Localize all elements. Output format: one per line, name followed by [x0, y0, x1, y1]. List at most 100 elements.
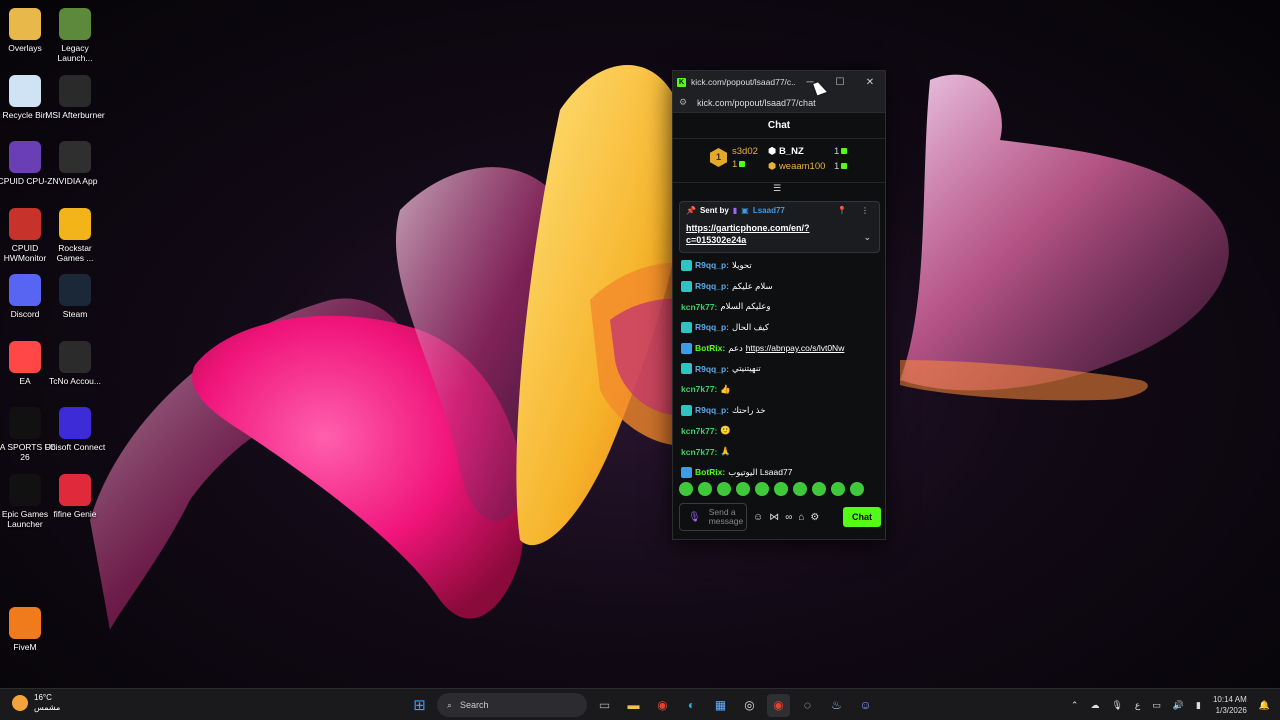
leader-third-count: 1	[834, 161, 848, 172]
chat-username[interactable]: kcn7k77:	[681, 447, 717, 457]
emote-icon[interactable]	[698, 482, 712, 496]
weather-sun-icon	[12, 695, 28, 711]
leader-third-name[interactable]: ⬢ weaam100	[768, 161, 825, 172]
emote-icon[interactable]	[774, 482, 788, 496]
emote-icon[interactable]	[717, 482, 731, 496]
chat-username[interactable]: kcn7k77:	[681, 426, 717, 436]
quick-emotes-row	[679, 482, 864, 496]
leader-second-name-text: B_NZ	[778, 146, 804, 157]
weather-temp: 16°C	[34, 693, 52, 702]
expand-leaderboard-icon[interactable]: ☰	[773, 183, 781, 194]
desktop-icon[interactable]: fifine Genie	[44, 473, 106, 519]
desktop-icon[interactable]: Ubisoft Connect	[44, 407, 106, 452]
desktop-icon[interactable]: Steam	[44, 274, 106, 319]
emote-icon[interactable]	[679, 482, 693, 496]
epic-games-icon	[9, 473, 41, 506]
volume-icon[interactable]: 🔊	[1173, 700, 1184, 711]
chrome-active-icon[interactable]: ◉	[767, 693, 790, 717]
emote-icon[interactable]	[812, 482, 826, 496]
pinned-link[interactable]: https://garticphone.com/en/?c=015302e24a	[686, 222, 836, 246]
input-language[interactable]: ع	[1135, 700, 1140, 711]
desktop-icon[interactable]: Rockstar Games ...	[44, 207, 106, 263]
chat-username[interactable]: R9qq_p:	[695, 281, 729, 291]
chrome-icon[interactable]: ◉	[651, 694, 674, 717]
chat-username[interactable]: BotRix:	[695, 467, 725, 477]
emote-icon[interactable]	[755, 482, 769, 496]
obs-icon[interactable]: ◎	[738, 694, 761, 717]
emote-icon[interactable]	[736, 482, 750, 496]
user-badge-icon	[681, 404, 692, 416]
close-button[interactable]: ✕	[855, 77, 885, 88]
pinned-sent-by-label: Sent by	[699, 206, 729, 215]
leader-first-name[interactable]: s3d02	[732, 146, 758, 157]
user-badge-icon	[681, 466, 692, 478]
site-settings-icon[interactable]: ⚙	[679, 97, 691, 108]
leader-second-name[interactable]: ⬢ B_NZ	[768, 146, 804, 157]
gift-leaderboard: 1 s3d02 1 ⬢ B_NZ 1 ⬢ weaam100 1	[673, 139, 885, 183]
file-explorer-icon[interactable]: ▬	[622, 694, 645, 717]
emote-icon[interactable]	[831, 482, 845, 496]
wifi-display-icon[interactable]: ▭	[1152, 700, 1161, 711]
pinned-message[interactable]: 📌 Sent by ▮ ▣ Lsaad77 https://garticphon…	[679, 201, 880, 253]
tray-network-icon[interactable]: ☁	[1090, 700, 1099, 711]
chat-text: 🙂	[720, 425, 731, 436]
battery-icon[interactable]: ▮	[1196, 700, 1201, 711]
chat-username[interactable]: R9qq_p:	[695, 364, 729, 374]
kick-chat-popout-window[interactable]: K kick.com/popout/lsaad77/c... ─ ☐ ✕ ⚙ k…	[672, 70, 886, 540]
window-titlebar[interactable]: K kick.com/popout/lsaad77/c... ─ ☐ ✕	[673, 71, 885, 93]
edge-icon[interactable]: ◐	[680, 694, 703, 717]
desktop-icon[interactable]: Legacy Launch...	[44, 8, 106, 63]
chat-input[interactable]: 🎙 Send a message	[679, 503, 747, 531]
chat-text: 🙏	[720, 446, 731, 457]
taskbar-search[interactable]: ⌕ Search	[437, 693, 587, 717]
address-bar[interactable]: ⚙ kick.com/popout/lsaad77/chat	[673, 93, 885, 113]
weather-widget[interactable]: 16°C مشمس	[12, 693, 60, 713]
chat-text: سلام عليكم	[732, 280, 773, 291]
task-view-icon[interactable]: ▭	[593, 694, 616, 717]
address-url: kick.com/popout/lsaad77/chat	[697, 97, 816, 108]
chat-username[interactable]: R9qq_p:	[695, 322, 729, 332]
desktop-icon[interactable]: TcNo Accou...	[44, 340, 106, 386]
chat-username[interactable]: kcn7k77:	[681, 384, 717, 394]
desktop-icon[interactable]: FiveM	[0, 606, 56, 652]
chat-username[interactable]: R9qq_p:	[695, 260, 729, 270]
clock[interactable]: 10:14 AM 1/3/2026	[1213, 694, 1247, 716]
chat-link[interactable]: https://abnpay.co/s/lvt0Nw	[746, 343, 845, 353]
discord-icon[interactable]: ☺	[854, 694, 877, 717]
ubisoft-icon	[59, 407, 91, 439]
more-options-icon[interactable]: ⋮	[861, 206, 869, 215]
chat-username[interactable]: R9qq_p:	[695, 405, 729, 415]
tray-mic-icon[interactable]: 🎙	[1111, 700, 1122, 711]
windows-start-icon[interactable]: ⊞	[408, 694, 431, 717]
github-icon[interactable]: ◌	[796, 694, 819, 717]
chevron-down-icon[interactable]: ⌄	[863, 232, 871, 243]
recycle-bin-icon	[9, 74, 41, 107]
chat-username[interactable]: BotRix:	[695, 343, 725, 353]
search-icon: ⌕	[447, 699, 453, 710]
leader-first-count: 1	[732, 159, 746, 170]
desktop-icon[interactable]: NVIDIA App	[44, 141, 106, 186]
pinned-sender[interactable]: Lsaad77	[753, 206, 785, 215]
pin-icon: 📌	[686, 206, 696, 215]
chat-text: 👍	[720, 383, 731, 394]
send-chat-button[interactable]: Chat	[843, 507, 881, 527]
chat-text: وعليكم السلام	[720, 301, 771, 312]
mic-icon: 🎙	[688, 511, 701, 523]
unpin-icon[interactable]: 📍	[837, 206, 847, 215]
settings-gear-icon[interactable]: ⚙	[810, 512, 819, 523]
tray-chevron-up-icon[interactable]: ⌃	[1071, 700, 1079, 711]
store-icon[interactable]: ⌂	[798, 512, 804, 523]
store-icon[interactable]: ▦	[709, 694, 732, 717]
infinity-icon[interactable]: ∞	[785, 512, 792, 523]
share-icon[interactable]: ⋈	[769, 512, 779, 523]
chat-username[interactable]: kcn7k77:	[681, 302, 717, 312]
desktop-icon-label: Legacy Launch...	[57, 43, 93, 63]
emote-icon[interactable]	[793, 482, 807, 496]
emote-picker-icon[interactable]: ☺	[753, 512, 763, 523]
emote-icon[interactable]	[850, 482, 864, 496]
steam-icon[interactable]: ♨	[825, 694, 848, 717]
maximize-button[interactable]: ☐	[825, 77, 855, 88]
desktop-icon[interactable]: MSI Afterburner	[44, 74, 106, 120]
minecraft-icon	[59, 8, 91, 40]
notifications-bell-icon[interactable]: 🔔	[1259, 700, 1270, 711]
